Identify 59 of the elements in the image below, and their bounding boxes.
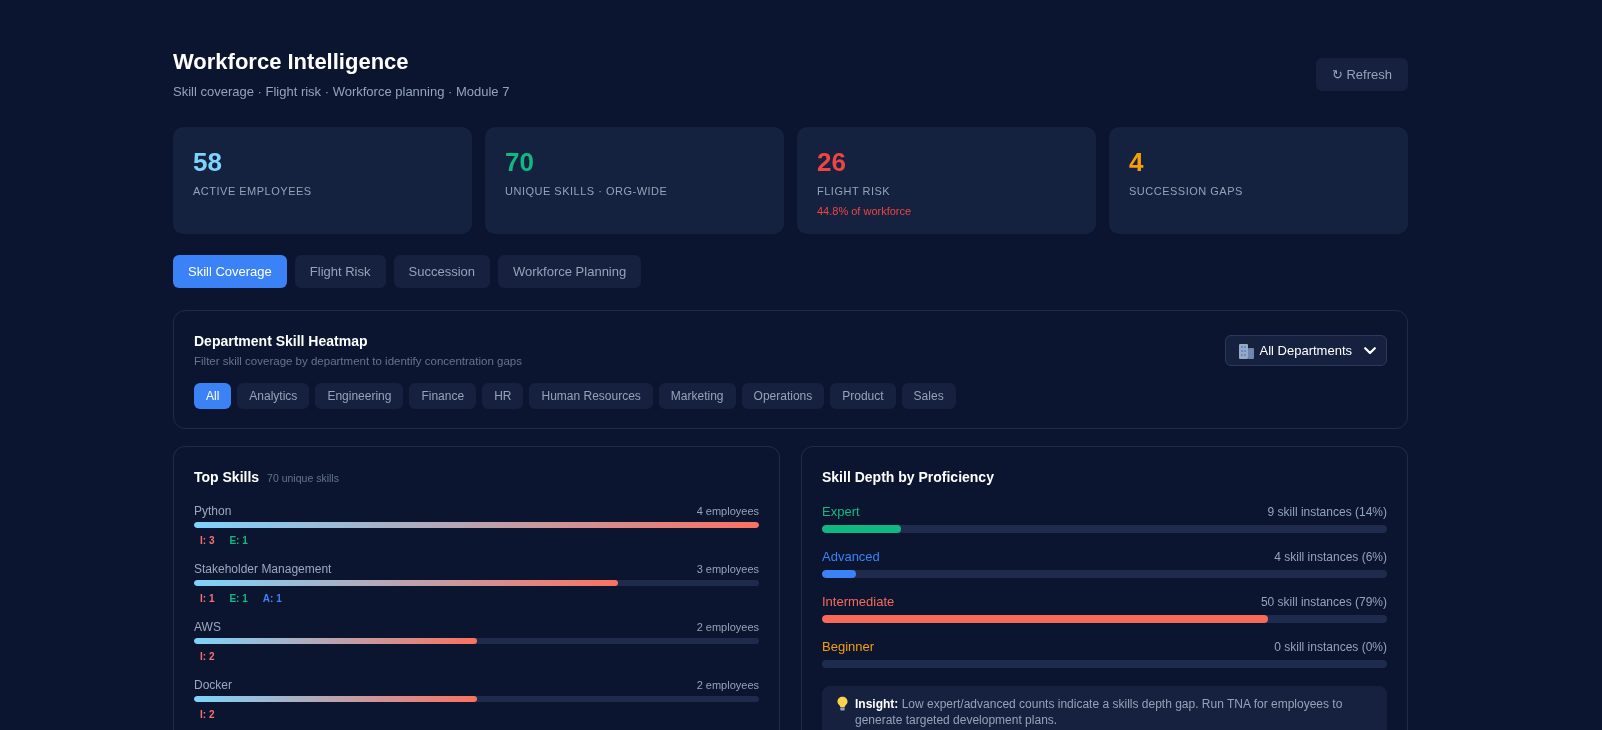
instance-count: 50 skill instances (79%) [1260,594,1387,610]
proficiency-name: Expert [822,504,860,520]
proficiency-name: Intermediate [822,594,895,610]
department-chip[interactable]: Operations [741,383,825,409]
kpi-label: ACTIVE EMPLOYEES [193,185,312,198]
department-chip[interactable]: Finance [409,383,477,409]
skill-count: 70 unique skills [267,472,339,484]
kpi-value: 58 [193,147,222,177]
panel-title: Top Skills [194,468,260,486]
panel-title: Skill Depth by Proficiency [822,468,994,486]
department-chip[interactable]: All [194,383,232,409]
employee-count: 4 employees [696,504,759,519]
employee-count: 2 employees [696,620,759,635]
panel-subtitle: Filter skill coverage by department to identify concentration gaps [194,354,522,369]
proficiency-tag: A: 1 [256,592,288,606]
instance-count: 9 skill instances (14%) [1267,504,1387,520]
insight-text: Insight: Low expert/advanced counts indicate a skills depth gap. Run TNA for employees to generate targeted development plans. [855,696,1344,728]
building-icon [1238,342,1254,359]
kpi-label: UNIQUE SKILLS · ORG-WIDE [505,185,668,198]
proficiency-tag: E: 1 [223,534,254,548]
skill-name: Docker [194,677,232,693]
page-title: Workforce Intelligence [173,48,409,76]
department-chip[interactable]: Analytics [237,383,310,409]
instance-count: 4 skill instances (6%) [1274,549,1387,565]
kpi-label: FLIGHT RISK [817,185,891,198]
panel-title: Department Skill Heatmap [194,332,368,350]
skill-name: Python [194,503,232,519]
page-subtitle: Skill coverage · Flight risk · Workforce planning · Module 7 [173,84,510,100]
proficiency-tag: E: 1 [223,592,254,606]
tab[interactable]: Succession [393,255,490,288]
department-chip[interactable]: Marketing [658,383,736,409]
lightbulb-icon [837,696,848,711]
instance-count: 0 skill instances (0%) [1274,639,1387,655]
department-chip[interactable]: Product [830,383,896,409]
proficiency-tag: I: 1 [194,592,221,606]
proficiency-name: Advanced [822,549,880,565]
chevron-down-icon [1364,346,1376,355]
department-chip[interactable]: HR [482,383,524,409]
tab[interactable]: Flight Risk [294,255,386,288]
skill-name: AWS [194,619,221,635]
proficiency-tag: I: 2 [194,708,221,722]
refresh-button[interactable]: ↻ Refresh [1315,57,1408,91]
proficiency-tag: I: 2 [194,650,221,664]
tab[interactable]: Skill Coverage [173,255,287,288]
employee-count: 3 employees [696,562,759,577]
kpi-value: 70 [505,147,534,177]
kpi-note: 44.8% of workforce [817,204,912,218]
department-chip[interactable]: Human Resources [529,383,653,409]
proficiency-tag: I: 3 [194,534,221,548]
department-chip[interactable]: Sales [901,383,956,409]
employee-count: 2 employees [696,678,759,693]
department-chip[interactable]: Engineering [315,383,404,409]
kpi-value: 4 [1129,147,1144,177]
proficiency-name: Beginner [822,639,875,655]
department-dropdown[interactable]: All Departments [1224,335,1387,366]
skill-name: Stakeholder Management [194,561,332,577]
kpi-value: 26 [817,147,846,177]
kpi-label: SUCCESSION GAPS [1129,185,1243,198]
tab[interactable]: Workforce Planning [498,255,642,288]
